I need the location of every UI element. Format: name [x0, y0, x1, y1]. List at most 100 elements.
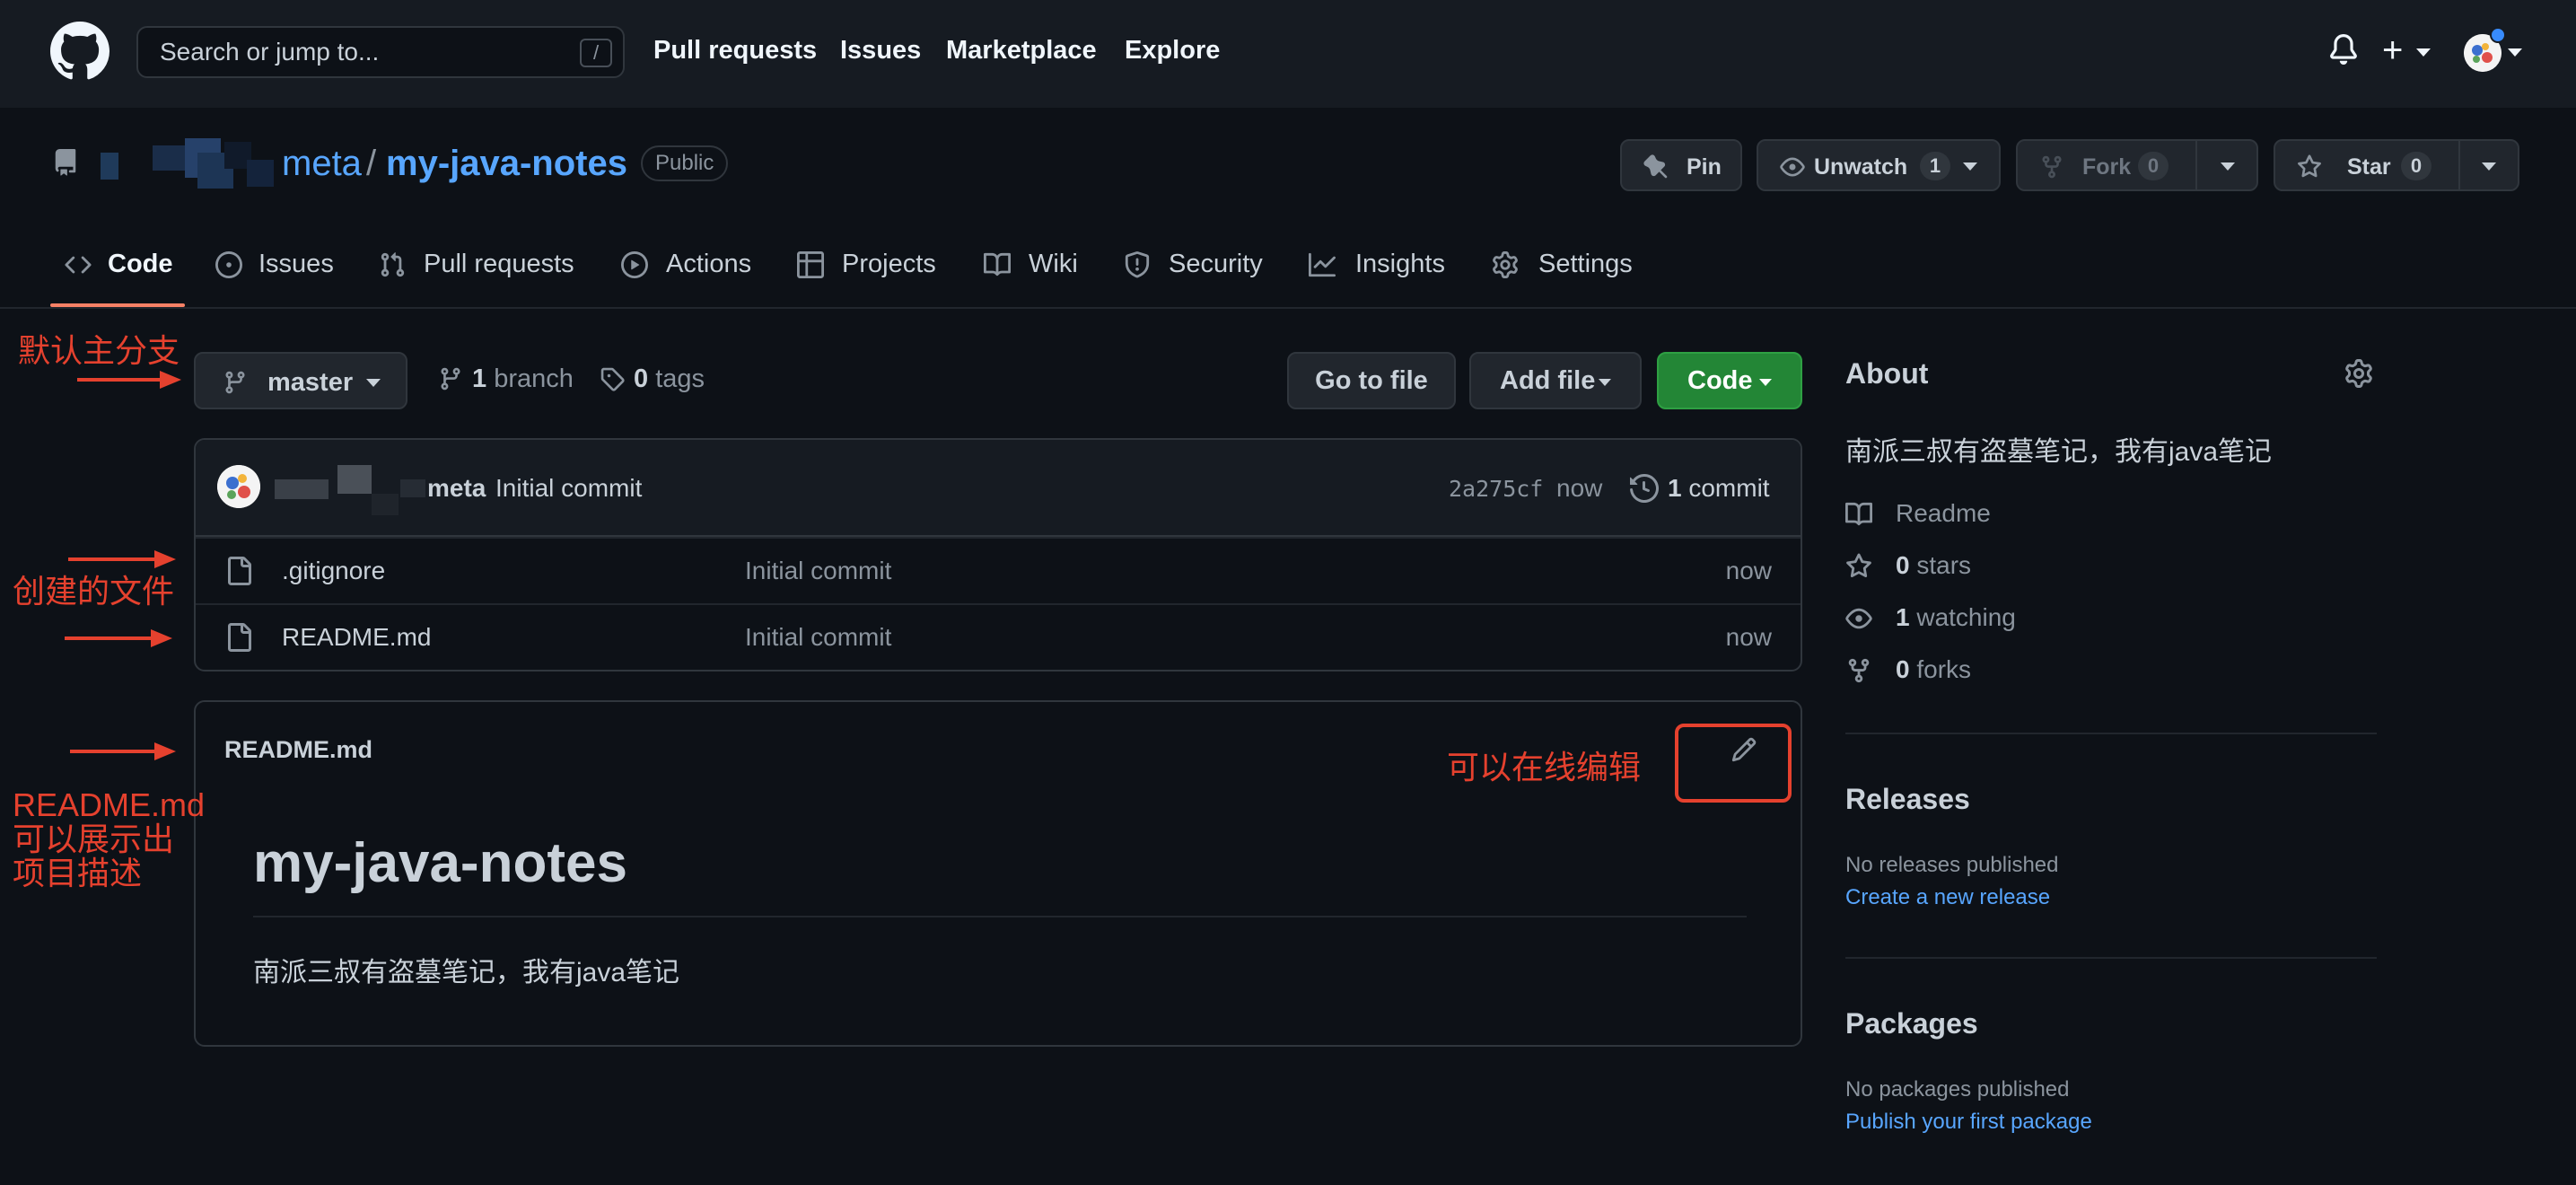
- repo-owner-link[interactable]: meta: [282, 144, 362, 184]
- commit-count-word: commit: [1688, 474, 1770, 502]
- nav-marketplace[interactable]: Marketplace: [946, 36, 1097, 66]
- commit-count: 1: [1668, 474, 1682, 502]
- pull-request-icon: [381, 252, 405, 277]
- sidebar-divider: [1845, 957, 2377, 959]
- file-row[interactable]: .gitignore Initial commit now: [196, 537, 1801, 603]
- chevron-down-icon: [1759, 379, 1772, 386]
- file-name[interactable]: README.md: [282, 623, 431, 652]
- tab-label: Pull requests: [424, 250, 574, 278]
- nav-pull-requests[interactable]: Pull requests: [653, 36, 817, 66]
- book-icon: [984, 252, 1011, 276]
- redacted-owner-mosaic: [90, 138, 284, 189]
- releases-heading[interactable]: Releases: [1845, 783, 1970, 816]
- search-input[interactable]: Search or jump to... /: [136, 26, 625, 78]
- branch-name: master: [267, 368, 354, 397]
- nav-explore[interactable]: Explore: [1125, 36, 1220, 66]
- create-new-plus-icon[interactable]: +: [2382, 32, 2403, 68]
- no-releases-text: No releases published: [1845, 853, 2059, 877]
- readme-title[interactable]: README.md: [224, 736, 372, 764]
- fork-button[interactable]: Fork 0: [2016, 139, 2258, 191]
- nav-issues[interactable]: Issues: [840, 36, 921, 66]
- eye-icon: [1845, 608, 1872, 629]
- gear-icon: [1493, 251, 1518, 278]
- readme-description: 南派三叔有盗墓笔记，我有java笔记: [253, 958, 680, 988]
- commit-count-link[interactable]: 1 commit: [1668, 474, 1770, 503]
- history-icon[interactable]: [1630, 474, 1659, 503]
- star-count: 0: [2401, 152, 2431, 180]
- sidebar-divider: [1845, 733, 2377, 734]
- unwatch-label: Unwatch: [1814, 154, 1908, 180]
- graph-icon: [1309, 252, 1336, 277]
- button-divider: [2458, 141, 2460, 189]
- tab-label: Security: [1169, 250, 1263, 278]
- visibility-badge: Public: [641, 145, 729, 181]
- commit-sha[interactable]: 2a275cf: [1449, 476, 1543, 502]
- repo-path-separator: /: [366, 144, 377, 183]
- play-icon: [621, 251, 648, 278]
- forks-count: 0: [1896, 655, 1910, 683]
- chevron-down-icon: [366, 379, 381, 387]
- watching-word: watching: [1916, 603, 2016, 631]
- branch-word: branch: [494, 364, 574, 393]
- create-release-link[interactable]: Create a new release: [1845, 885, 2050, 910]
- github-logo-icon[interactable]: [50, 22, 110, 81]
- search-shortcut-key: /: [580, 39, 612, 67]
- chevron-down-icon: [2221, 162, 2235, 171]
- shield-icon: [1125, 251, 1150, 278]
- tab-label: Issues: [258, 250, 334, 278]
- file-icon: [228, 557, 251, 585]
- repo-name-link[interactable]: my-java-notes: [386, 144, 627, 184]
- stars-count: 0: [1896, 551, 1910, 579]
- star-label: Star: [2347, 154, 2391, 180]
- add-file-button[interactable]: Add file: [1469, 352, 1642, 409]
- gear-icon[interactable]: [2344, 359, 2373, 388]
- add-file-label: Add file: [1500, 366, 1596, 395]
- table-icon: [797, 251, 824, 278]
- star-button[interactable]: Star 0: [2274, 139, 2519, 191]
- annotation-default-branch: 默认主分支: [18, 332, 180, 369]
- fork-count: 0: [2138, 152, 2169, 180]
- forks-word: forks: [1916, 655, 1972, 683]
- button-divider: [2195, 141, 2197, 189]
- tab-label: Settings: [1538, 250, 1633, 278]
- commit-message[interactable]: Initial commit: [495, 474, 642, 503]
- pin-button[interactable]: Pin: [1620, 139, 1742, 191]
- branch-icon: [441, 367, 460, 391]
- code-label: Code: [1687, 366, 1753, 395]
- code-button[interactable]: Code: [1657, 352, 1802, 409]
- code-icon: [65, 256, 92, 274]
- file-commit-message[interactable]: Initial commit: [745, 557, 891, 585]
- commit-author-avatar[interactable]: [217, 465, 260, 508]
- search-placeholder: Search or jump to...: [160, 38, 380, 66]
- readme-divider: [253, 916, 1747, 917]
- file-row[interactable]: README.md Initial commit now: [196, 603, 1801, 670]
- annotation-online-edit: 可以在线编辑: [1447, 749, 1642, 786]
- unwatch-button[interactable]: Unwatch 1: [1757, 139, 2001, 191]
- chevron-down-icon[interactable]: [2508, 48, 2522, 57]
- fork-icon: [2042, 155, 2062, 179]
- about-heading: About: [1845, 357, 1929, 390]
- tag-count: 0: [634, 364, 649, 393]
- annotation-arrow: [65, 629, 172, 647]
- publish-package-link[interactable]: Publish your first package: [1845, 1110, 2092, 1135]
- branch-selector[interactable]: master: [194, 352, 407, 409]
- latest-commit-row: meta Initial commit 2a275cf now 1 commit: [196, 440, 1801, 537]
- go-to-file-label: Go to file: [1315, 366, 1428, 395]
- annotation-created-files: 创建的文件: [13, 573, 175, 610]
- file-commit-message[interactable]: Initial commit: [745, 623, 891, 652]
- commit-author[interactable]: meta: [427, 474, 486, 503]
- watch-count: 1: [1920, 152, 1950, 180]
- star-icon: [1846, 553, 1871, 578]
- file-name[interactable]: .gitignore: [282, 557, 385, 585]
- bell-icon[interactable]: [2328, 34, 2359, 65]
- pin-label: Pin: [1687, 154, 1722, 180]
- tab-label: Projects: [842, 250, 936, 278]
- packages-heading[interactable]: Packages: [1845, 1007, 1978, 1040]
- tag-icon: [600, 367, 625, 391]
- tab-label: Actions: [666, 250, 752, 278]
- stars-word: stars: [1916, 551, 1972, 579]
- go-to-file-button[interactable]: Go to file: [1287, 352, 1456, 409]
- file-age: now: [1725, 623, 1772, 651]
- nav-divider: [0, 307, 2576, 309]
- chevron-down-icon[interactable]: [2416, 48, 2431, 57]
